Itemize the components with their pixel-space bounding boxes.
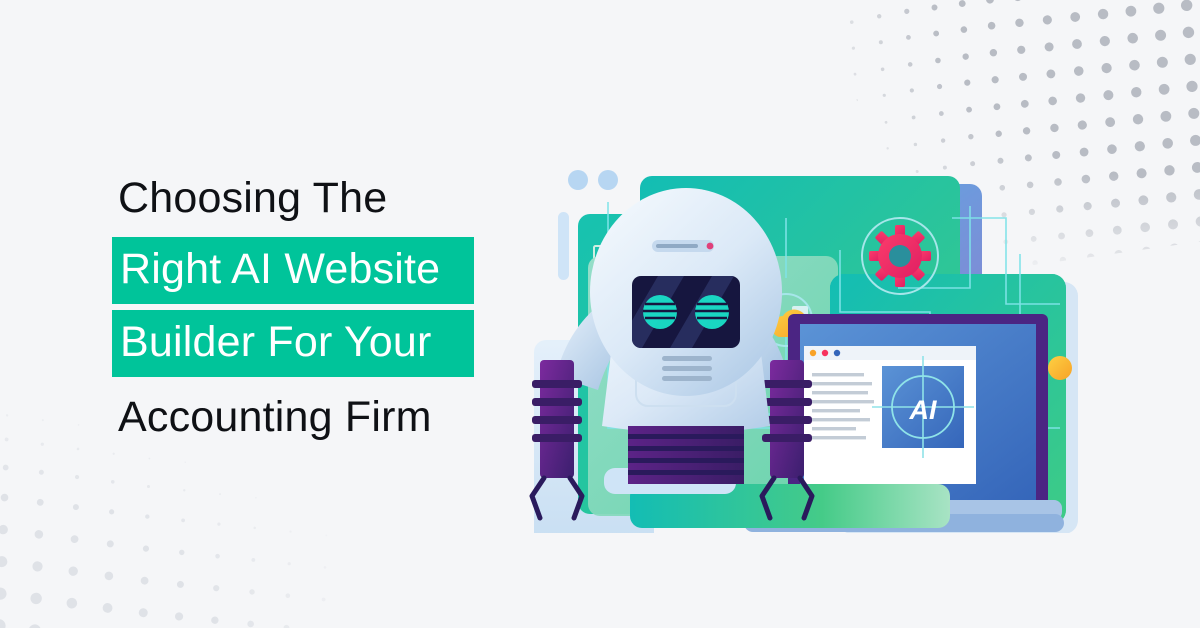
pale-bar bbox=[558, 212, 569, 280]
orange-dot-icon bbox=[1048, 356, 1072, 380]
pale-dot-2 bbox=[598, 170, 618, 190]
window-dot-blue bbox=[833, 349, 841, 357]
robot-mouth-grille bbox=[662, 356, 712, 381]
headline: Choosing The Right AI Website Builder Fo… bbox=[112, 168, 532, 448]
ai-robot-website-builder-illustration: AI bbox=[500, 128, 1100, 533]
ai-chip: AI bbox=[872, 356, 974, 458]
window-dot-orange bbox=[809, 349, 817, 357]
headline-line-1: Choosing The bbox=[118, 174, 388, 222]
banner-root: Choosing The Right AI Website Builder Fo… bbox=[0, 0, 1200, 628]
robot-eye-right bbox=[695, 295, 729, 329]
window-dot-pink bbox=[821, 349, 829, 357]
ai-chip-label: AI bbox=[909, 395, 937, 425]
headline-line-3-highlighted: Builder For Your bbox=[112, 310, 474, 377]
headline-line-2-highlighted: Right AI Website bbox=[112, 237, 474, 304]
pale-dot-1 bbox=[568, 170, 588, 190]
browser-window-card: AI bbox=[804, 346, 976, 484]
robot-status-led bbox=[706, 242, 714, 250]
gear-icon bbox=[861, 217, 939, 295]
robot-eye-left bbox=[643, 295, 677, 329]
robot-head bbox=[590, 188, 782, 396]
headline-line-4: Accounting Firm bbox=[118, 393, 432, 441]
